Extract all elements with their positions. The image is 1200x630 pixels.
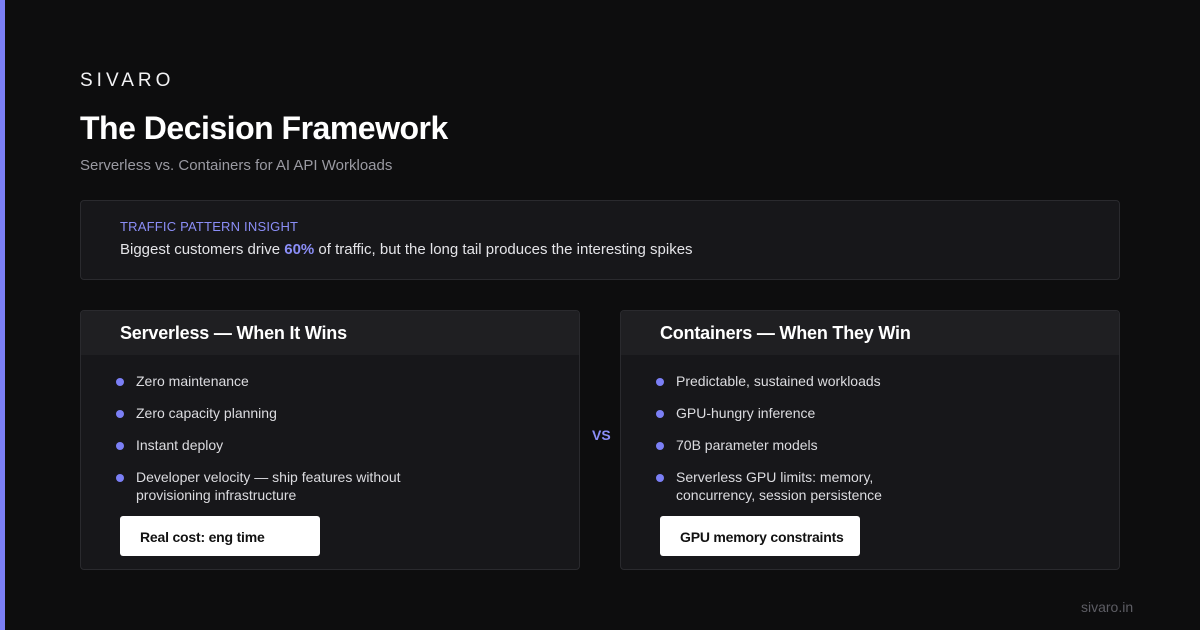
list-item: Zero capacity planning (116, 404, 416, 422)
list-item-text: GPU-hungry inference (676, 405, 816, 421)
containers-points: Predictable, sustained workloads GPU-hun… (656, 372, 956, 518)
list-item: 70B parameter models (656, 436, 956, 454)
accent-bar (0, 0, 5, 630)
bullet-dot-icon (656, 474, 664, 482)
page-title: The Decision Framework (80, 110, 448, 146)
list-item-text: Zero maintenance (136, 373, 249, 389)
containers-callout-text: GPU memory constraints (680, 529, 844, 545)
bullet-dot-icon (656, 378, 664, 386)
insight-box: TRAFFIC PATTERN INSIGHT Biggest customer… (80, 200, 1120, 280)
list-item: Zero maintenance (116, 372, 416, 390)
list-item: Serverless GPU limits: memory, concurren… (656, 468, 956, 504)
list-item: GPU-hungry inference (656, 404, 956, 422)
containers-card: Containers — When They Win Predictable, … (620, 310, 1120, 570)
brand-logo: SIVARO (80, 70, 175, 91)
bullet-dot-icon (116, 442, 124, 450)
list-item-text: Predictable, sustained workloads (676, 373, 881, 389)
list-item: Predictable, sustained workloads (656, 372, 956, 390)
serverless-card-header: Serverless — When It Wins (81, 311, 579, 355)
insight-label: TRAFFIC PATTERN INSIGHT (120, 219, 299, 234)
insight-text: Biggest customers drive 60% of traffic, … (120, 241, 693, 258)
insight-highlight: 60% (284, 241, 315, 258)
containers-callout: GPU memory constraints (660, 516, 860, 556)
list-item-text: Instant deploy (136, 437, 224, 453)
serverless-callout-text: Real cost: eng time (140, 529, 265, 545)
bullet-dot-icon (116, 474, 124, 482)
containers-card-title: Containers — When They Win (660, 323, 911, 343)
bullet-dot-icon (656, 442, 664, 450)
insight-text-before: Biggest customers drive (120, 241, 285, 258)
vs-label: VS (592, 427, 611, 443)
list-item-text: 70B parameter models (676, 437, 818, 453)
bullet-dot-icon (656, 410, 664, 418)
list-item-text: Serverless GPU limits: memory, concurren… (676, 469, 882, 503)
bullet-dot-icon (116, 410, 124, 418)
list-item-text: Developer velocity — ship features witho… (136, 469, 401, 503)
list-item-text: Zero capacity planning (136, 405, 277, 421)
serverless-card: Serverless — When It Wins Zero maintenan… (80, 310, 580, 570)
insight-text-after: of traffic, but the long tail produces t… (314, 241, 693, 258)
footer-url: sivaro.in (1081, 599, 1134, 615)
list-item: Developer velocity — ship features witho… (116, 468, 416, 504)
page-subtitle: Serverless vs. Containers for AI API Wor… (80, 157, 393, 174)
containers-card-header: Containers — When They Win (621, 311, 1119, 355)
bullet-dot-icon (116, 378, 124, 386)
serverless-callout: Real cost: eng time (120, 516, 320, 556)
list-item: Instant deploy (116, 436, 416, 454)
serverless-points: Zero maintenance Zero capacity planning … (116, 372, 416, 518)
serverless-card-title: Serverless — When It Wins (120, 323, 347, 343)
